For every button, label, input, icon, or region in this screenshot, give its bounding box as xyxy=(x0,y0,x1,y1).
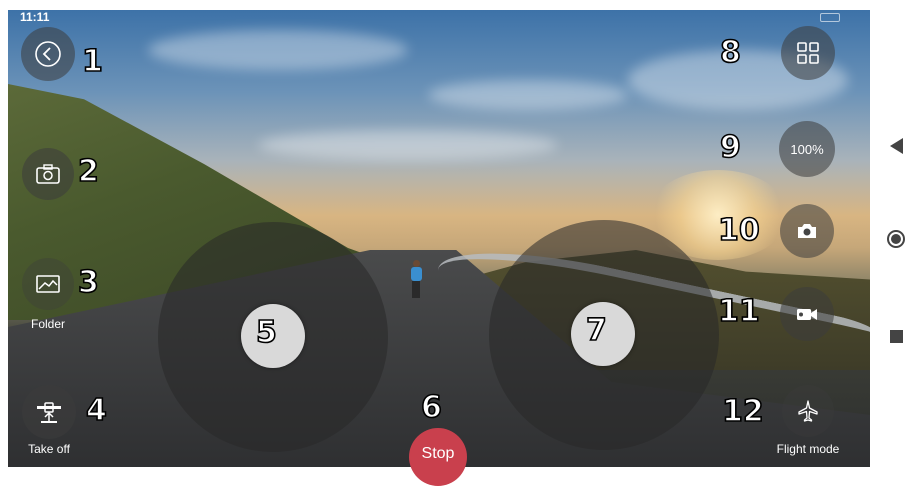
flight-mode-button[interactable] xyxy=(782,385,834,437)
drone-camera-screen: 11:11 1 2 3 Folder 4 Take off 5 Stop 6 7… xyxy=(0,0,918,486)
takeoff-label: Take off xyxy=(28,442,70,456)
annotation-8: 8 xyxy=(719,35,741,70)
annotation-11: 11 xyxy=(717,294,760,329)
flight-mode-label: Flight mode xyxy=(776,442,840,456)
annotation-3: 3 xyxy=(77,265,99,300)
camera-icon xyxy=(798,224,816,238)
annotation-10: 10 xyxy=(717,213,760,248)
annotation-1: 1 xyxy=(81,44,103,79)
speed-button[interactable]: 100% xyxy=(779,121,835,177)
folder-image-icon xyxy=(36,275,60,293)
nav-recents-icon[interactable] xyxy=(890,330,903,343)
back-button[interactable] xyxy=(21,27,75,81)
takeoff-button[interactable] xyxy=(22,385,76,439)
image-gallery-icon xyxy=(36,164,60,184)
record-video-button[interactable] xyxy=(780,287,834,341)
annotation-6: 6 xyxy=(420,390,442,425)
annotation-12: 12 xyxy=(721,394,764,429)
gallery-button[interactable] xyxy=(22,148,74,200)
annotation-5: 5 xyxy=(255,315,277,350)
video-camera-icon xyxy=(797,309,817,320)
nav-home-icon[interactable] xyxy=(887,230,905,248)
grid-icon xyxy=(797,42,819,64)
annotation-9: 9 xyxy=(719,130,741,165)
takeoff-icon xyxy=(37,402,61,423)
status-time: 11:11 xyxy=(20,10,50,24)
stop-label: Stop xyxy=(421,445,455,462)
nav-back-icon[interactable] xyxy=(890,138,903,154)
photo-button[interactable] xyxy=(780,204,834,258)
chevron-left-icon xyxy=(35,41,61,67)
annotation-7: 7 xyxy=(585,313,607,348)
airplane-icon xyxy=(798,400,818,422)
battery-icon xyxy=(820,13,840,22)
annotation-2: 2 xyxy=(77,154,99,189)
annotation-4: 4 xyxy=(85,393,107,428)
folder-label: Folder xyxy=(30,317,65,331)
folder-button[interactable] xyxy=(22,258,74,310)
grid-button[interactable] xyxy=(781,26,835,80)
runner-figure xyxy=(410,260,422,300)
speed-value: 100% xyxy=(790,141,824,157)
